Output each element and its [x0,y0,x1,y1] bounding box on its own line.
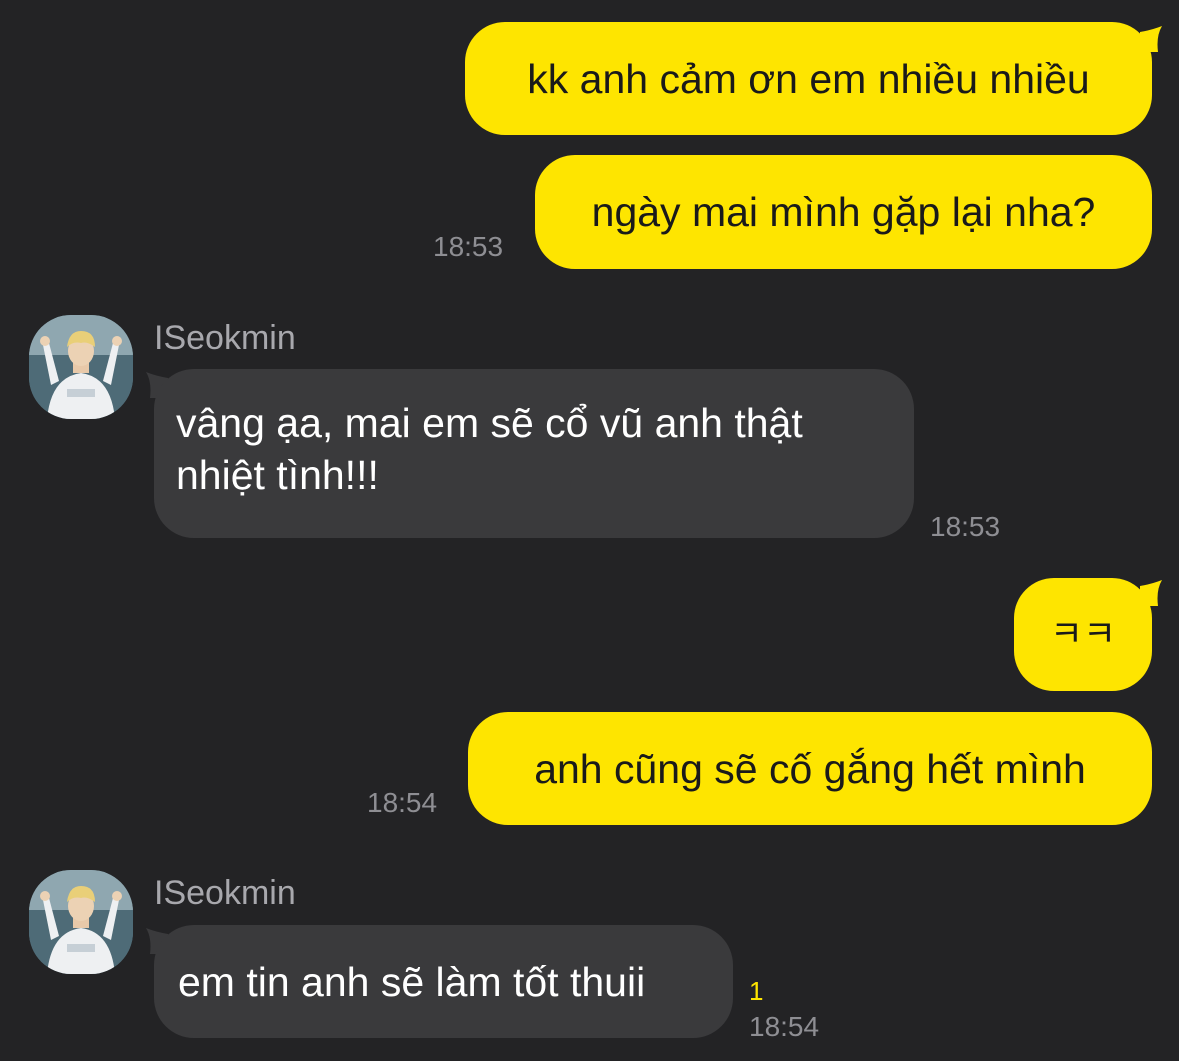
message-text: anh cũng sẽ cố gắng hết mình [534,745,1086,792]
message-text: kk anh cảm ơn em nhiều nhiều [527,55,1090,102]
message-timestamp: 18:54 [367,787,438,818]
chat-message-list[interactable]: kk anh cảm ơn em nhiều nhiều ngày mai mì… [0,0,1179,1061]
message-text-line: nhiệt tình!!! [176,452,379,498]
sender-avatar[interactable] [29,870,133,974]
message-timestamp: 18:53 [433,231,504,262]
outgoing-message-bubble[interactable]: ngày mai mình gặp lại nha? [535,155,1152,269]
avatar-photo-icon [29,870,133,974]
incoming-message-bubble[interactable]: em tin anh sẽ làm tốt thuii [154,925,733,1038]
outgoing-message-bubble[interactable]: ㅋㅋ [1014,578,1152,691]
sender-name: ISeokmin [154,874,296,912]
sender-name: ISeokmin [154,319,296,357]
message-text-line: vâng ạa, mai em sẽ cổ vũ anh thật [176,400,803,446]
sender-avatar[interactable] [29,315,133,419]
outgoing-message-bubble[interactable]: kk anh cảm ơn em nhiều nhiều [465,22,1152,135]
outgoing-message-bubble[interactable]: anh cũng sẽ cố gắng hết mình [468,712,1152,825]
outgoing-bubble-tail [1140,26,1162,52]
outgoing-bubble-tail [1140,580,1162,606]
incoming-message-bubble[interactable]: vâng ạa, mai em sẽ cổ vũ anh thật nhiệt … [154,369,914,538]
message-timestamp: 18:53 [930,511,1001,542]
message-text: ㅋㅋ [1049,613,1117,655]
message-text: ngày mai mình gặp lại nha? [591,189,1096,235]
message-text: em tin anh sẽ làm tốt thuii [178,958,646,1005]
unread-count: 1 [749,976,764,1006]
avatar-photo-icon [29,315,133,419]
message-timestamp: 18:54 [749,1011,820,1042]
